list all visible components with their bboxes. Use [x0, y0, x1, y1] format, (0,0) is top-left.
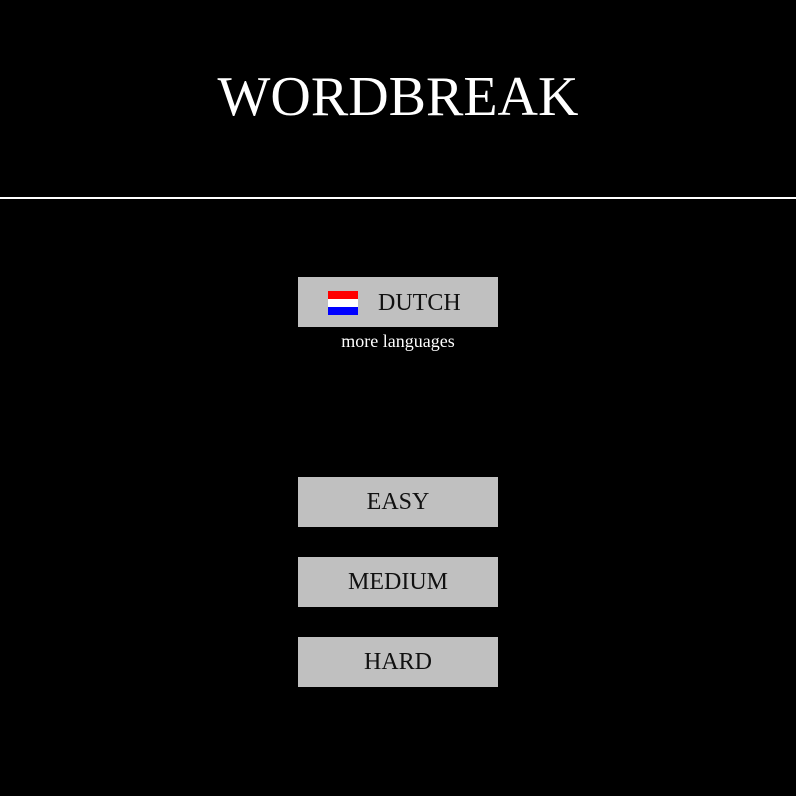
netherlands-flag-icon	[328, 291, 358, 315]
header-divider	[0, 197, 796, 199]
game-title: WORDBREAK	[217, 66, 579, 128]
flag-stripe-red	[328, 291, 358, 299]
flag-stripe-white	[328, 299, 358, 307]
language-select-button[interactable]: DUTCH	[298, 277, 498, 327]
hard-button[interactable]: HARD	[298, 637, 498, 687]
easy-button[interactable]: EASY	[298, 477, 498, 527]
language-label: DUTCH	[378, 290, 461, 316]
medium-button[interactable]: MEDIUM	[298, 557, 498, 607]
flag-stripe-blue	[328, 307, 358, 315]
more-languages-link[interactable]: more languages	[298, 329, 498, 353]
